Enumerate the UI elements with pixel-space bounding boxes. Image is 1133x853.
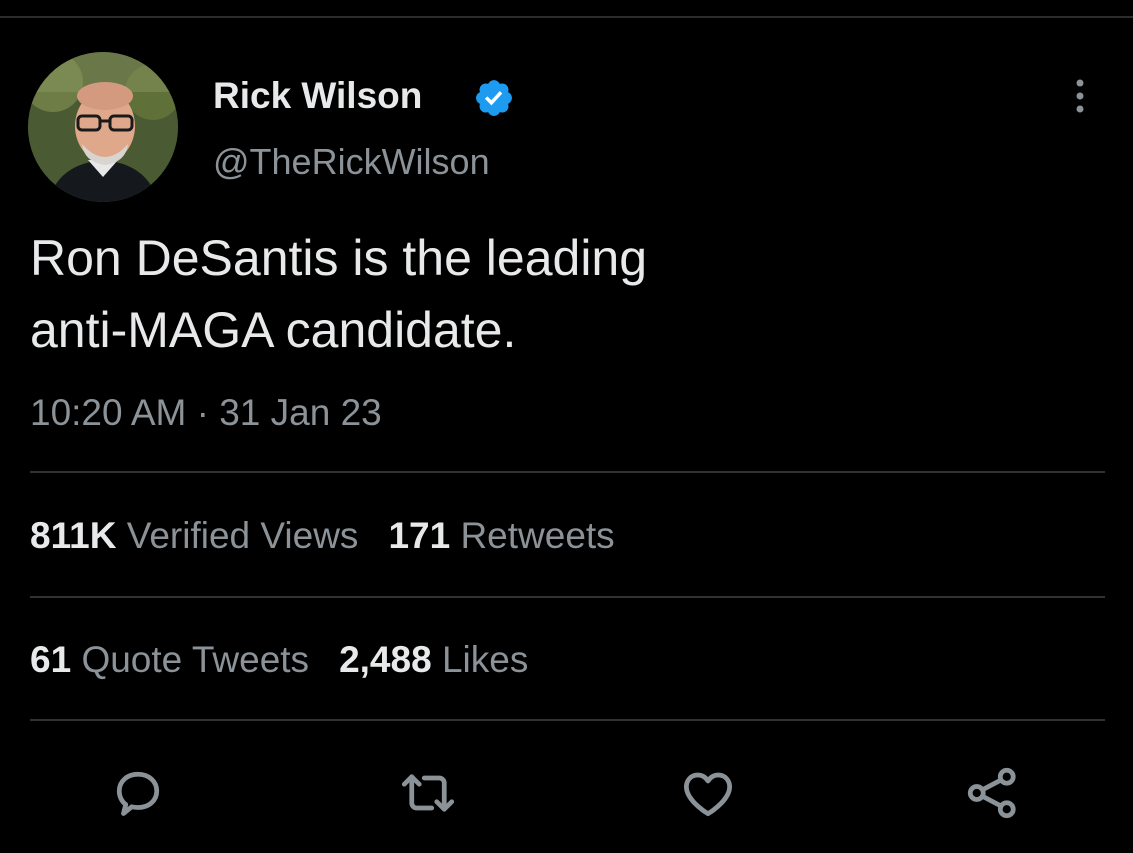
- author-handle[interactable]: @TheRickWilson: [213, 140, 490, 184]
- tweet-text-line1: Ron DeSantis is the leading: [30, 230, 648, 286]
- retweet-button[interactable]: [398, 763, 458, 823]
- likes-stat[interactable]: 2,488 Likes: [339, 636, 528, 684]
- views-stat[interactable]: 811K Verified Views: [30, 512, 358, 560]
- quotes-count: 61: [30, 639, 72, 680]
- author-display-name[interactable]: Rick Wilson: [213, 74, 422, 118]
- tweet-text-line2: anti-MAGA candidate.: [30, 302, 517, 358]
- quotes-label: Quote Tweets: [81, 639, 310, 680]
- share-button[interactable]: [963, 763, 1023, 823]
- avatar-image: [28, 52, 178, 202]
- tweet-text: Ron DeSantis is the leading anti-MAGA can…: [30, 222, 1090, 366]
- likes-count: 2,488: [339, 639, 432, 680]
- likes-label: Likes: [441, 639, 529, 680]
- retweets-stat[interactable]: 171 Retweets: [388, 512, 614, 560]
- retweet-icon: [401, 774, 455, 812]
- tweet-timestamp[interactable]: 10:20 AM · 31 Jan 23: [30, 388, 382, 438]
- retweets-count: 171: [388, 515, 451, 556]
- stats-row-views-retweets: 811K Verified Views 171 Retweets: [30, 512, 645, 560]
- views-count: 811K: [30, 515, 117, 556]
- reply-button[interactable]: [108, 763, 168, 823]
- verified-badge-icon: [473, 77, 515, 119]
- divider: [30, 596, 1105, 598]
- quotes-stat[interactable]: 61 Quote Tweets: [30, 636, 309, 684]
- top-divider: [0, 16, 1133, 18]
- like-icon: [684, 772, 732, 817]
- like-button[interactable]: [678, 763, 738, 823]
- more-options-icon[interactable]: [1062, 74, 1098, 120]
- share-icon: [967, 767, 1016, 819]
- avatar[interactable]: [28, 52, 178, 202]
- divider: [30, 471, 1105, 473]
- views-label: Verified Views: [126, 515, 359, 556]
- divider: [30, 719, 1105, 721]
- reply-icon: [116, 771, 160, 816]
- retweets-label: Retweets: [460, 515, 615, 556]
- stats-row-quotes-likes: 61 Quote Tweets 2,488 Likes: [30, 636, 558, 684]
